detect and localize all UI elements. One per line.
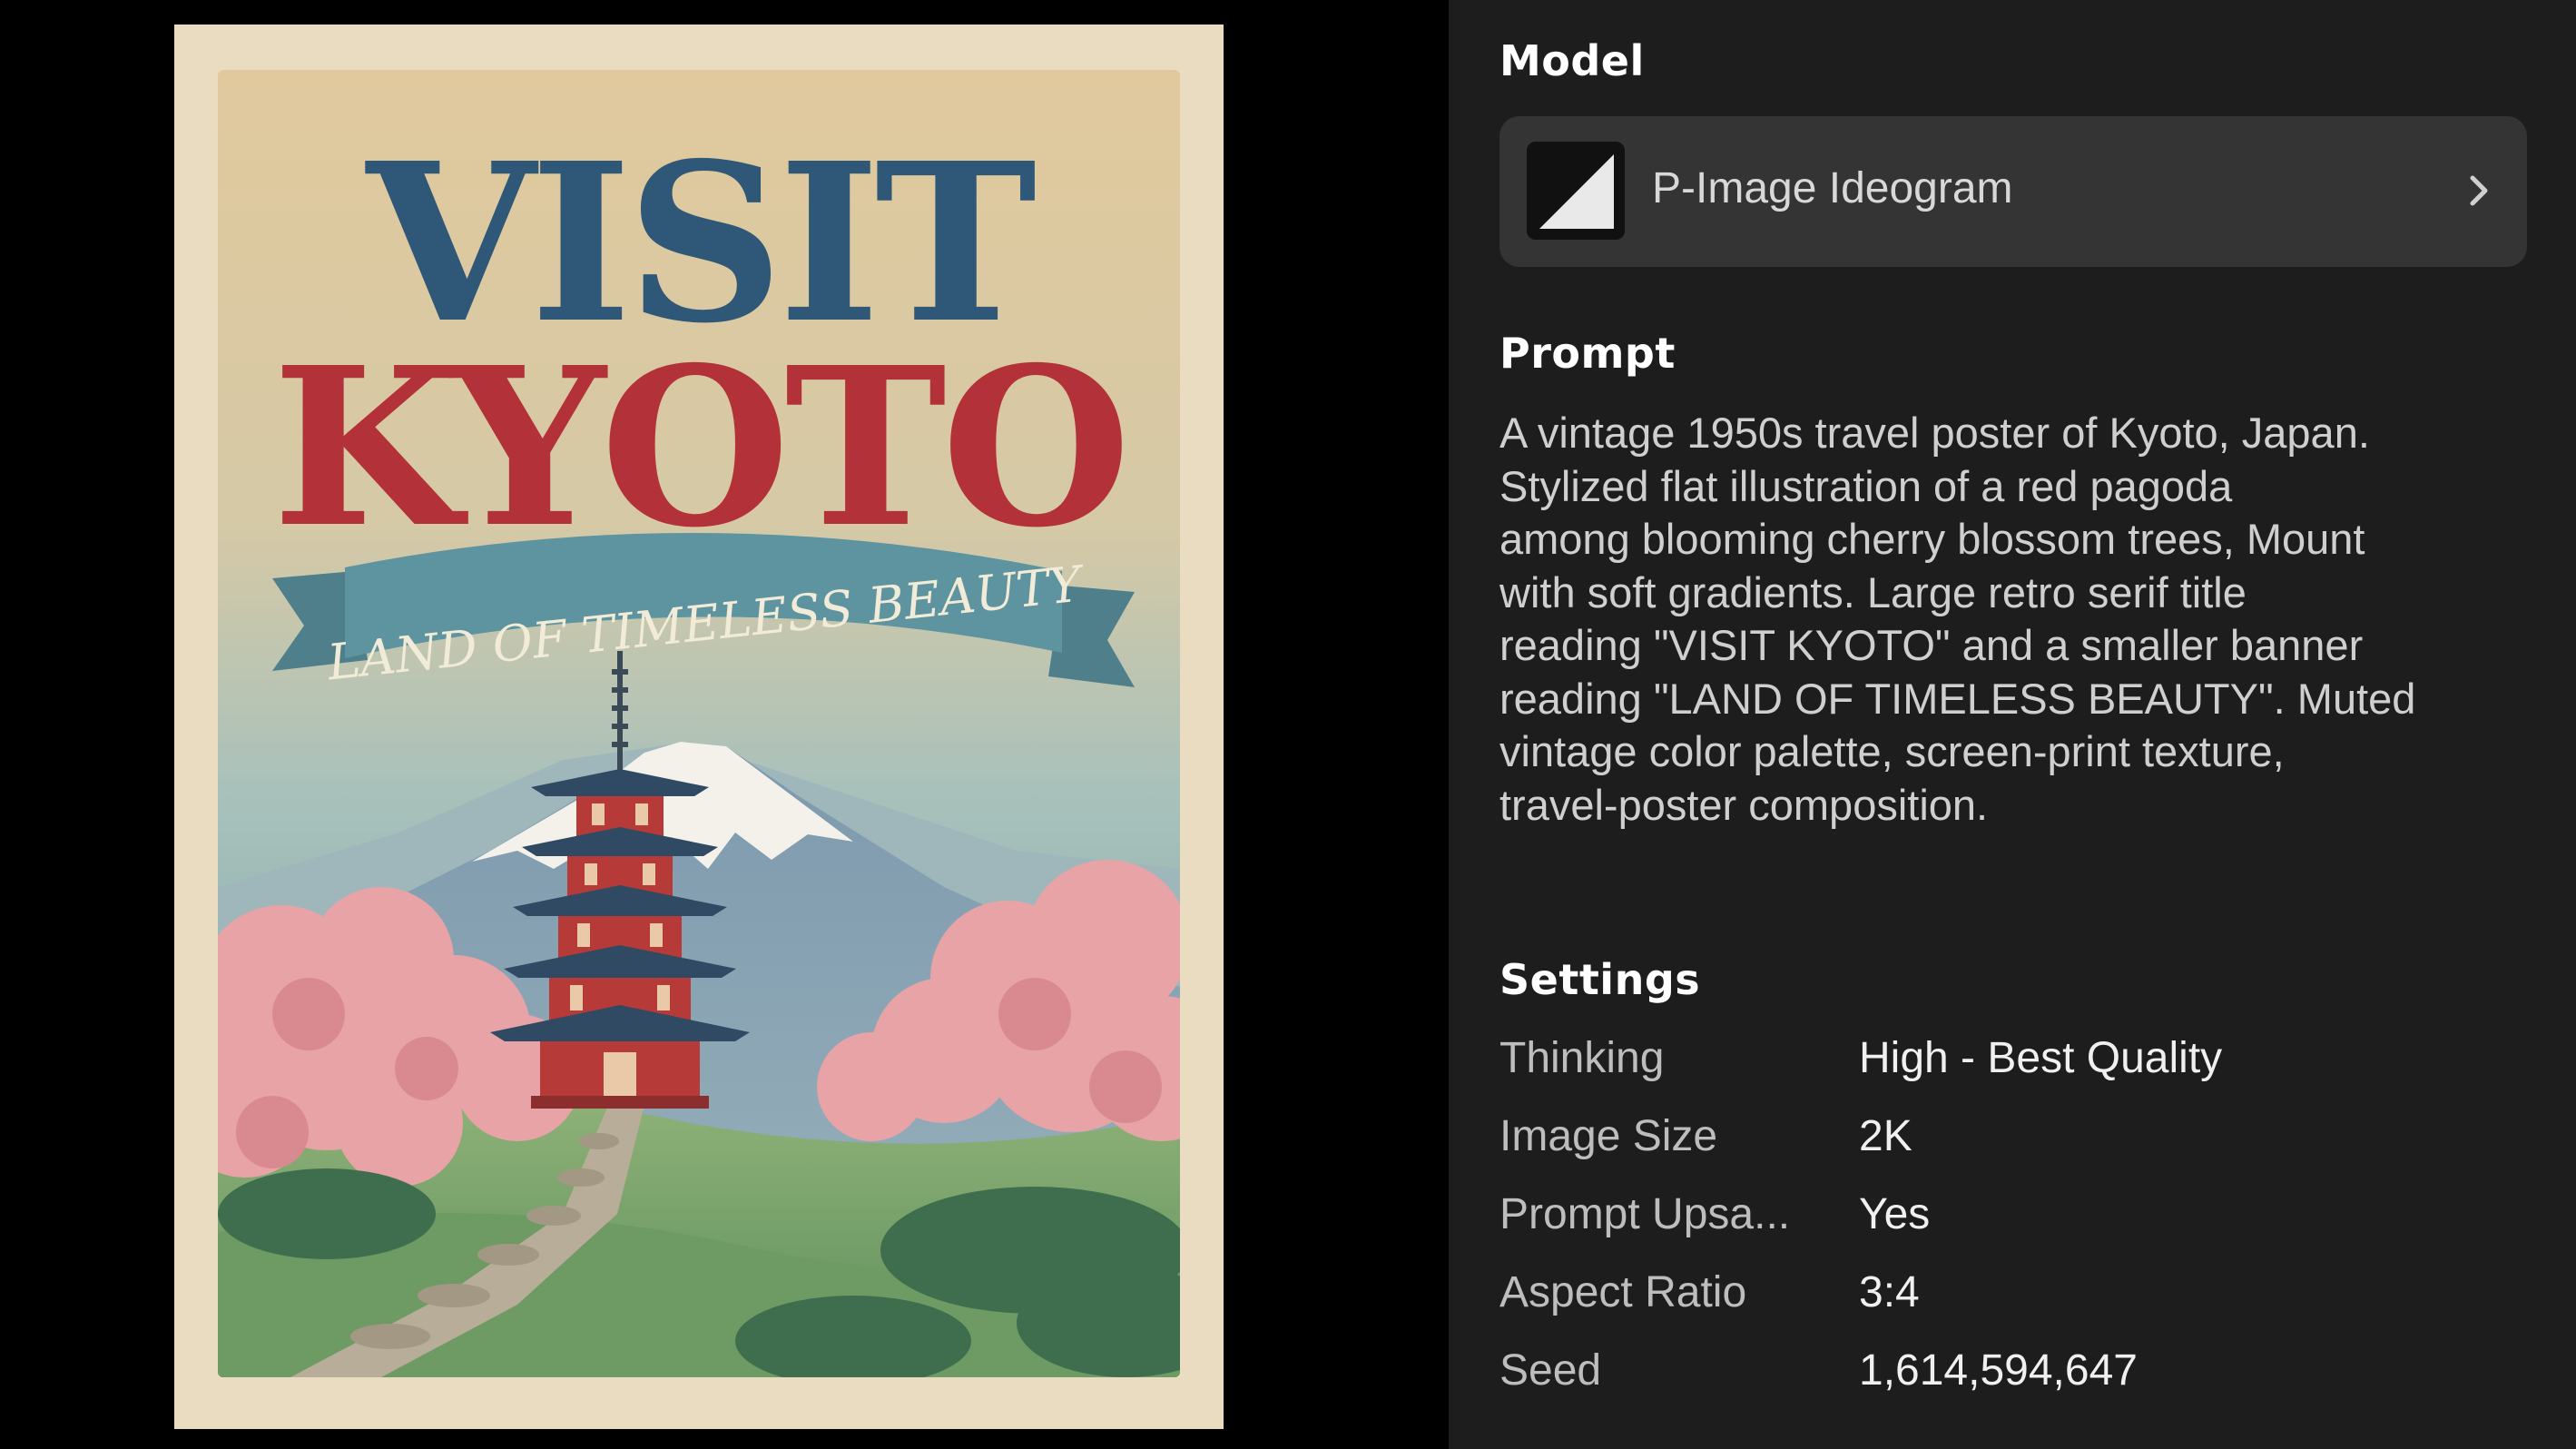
setting-label: Seed: [1499, 1346, 1602, 1395]
setting-row-prompt-upsampling: Prompt Upsa... Yes: [1499, 1189, 2525, 1262]
poster-artwork: VISIT KYOTO LAND OF TIMELESS BEAUTY: [218, 70, 1180, 1377]
generated-poster-image[interactable]: VISIT KYOTO LAND OF TIMELESS BEAUTY: [174, 25, 1224, 1429]
setting-row-image-size: Image Size 2K: [1499, 1111, 2525, 1184]
generation-details-panel: Model P-Image Ideogram Prompt A vintage …: [1449, 0, 2576, 1449]
setting-label: Image Size: [1499, 1112, 1718, 1160]
setting-value: 1,614,594,647: [1859, 1346, 2138, 1395]
setting-row-aspect-ratio: Aspect Ratio 3:4: [1499, 1267, 2525, 1340]
setting-value: High - Best Quality: [1859, 1034, 2223, 1082]
chevron-right-icon: [2470, 175, 2488, 206]
setting-label: Prompt Upsa...: [1499, 1190, 1791, 1238]
model-selector-button[interactable]: P-Image Ideogram: [1499, 116, 2527, 267]
setting-value: Yes: [1859, 1190, 1931, 1238]
settings-section-title: Settings: [1499, 955, 1701, 1004]
setting-value: 2K: [1859, 1112, 1912, 1160]
model-logo-icon: [1527, 142, 1625, 240]
setting-value: 3:4: [1859, 1268, 1920, 1316]
poster-illustration: VISIT KYOTO LAND OF TIMELESS BEAUTY: [218, 70, 1180, 1377]
generated-image-area: VISIT KYOTO LAND OF TIMELESS BEAUTY: [0, 0, 1449, 1449]
setting-row-seed: Seed 1,614,594,647: [1499, 1346, 2525, 1418]
model-name: P-Image Ideogram: [1652, 164, 2013, 212]
setting-label: Aspect Ratio: [1499, 1268, 1747, 1316]
model-section-title: Model: [1499, 36, 1645, 85]
prompt-section-title: Prompt: [1499, 329, 1676, 378]
prompt-text: A vintage 1950s travel poster of Kyoto, …: [1499, 409, 2416, 829]
setting-row-thinking: Thinking High - Best Quality: [1499, 1033, 2525, 1106]
setting-label: Thinking: [1499, 1034, 1665, 1082]
